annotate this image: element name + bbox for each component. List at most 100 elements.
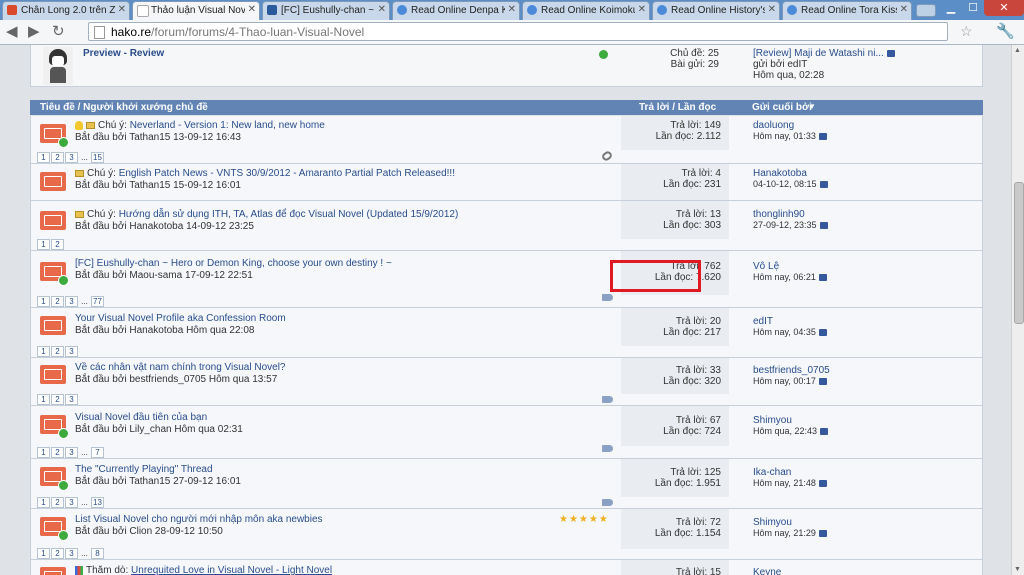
reload-icon[interactable]: ↻ <box>52 23 65 41</box>
thread-title: Chú ý: Hướng dẫn sử dụng ITH, TA, Atlas … <box>75 209 458 220</box>
page-link[interactable]: 1 <box>37 497 50 508</box>
page-link[interactable]: 1 <box>37 346 50 357</box>
col-stats-header[interactable]: Trả lời / Lần đọc <box>639 102 716 113</box>
page-link[interactable]: 2 <box>51 346 64 357</box>
go-to-post-icon[interactable] <box>819 180 828 188</box>
scroll-up-icon[interactable]: ▲ <box>1014 47 1021 54</box>
last-post-user[interactable]: Keyne <box>753 567 781 575</box>
back-icon[interactable]: ◀ <box>6 23 18 41</box>
page-link[interactable]: 2 <box>51 548 64 559</box>
go-to-post-icon[interactable] <box>818 132 827 140</box>
page-link[interactable]: 3 <box>65 152 78 163</box>
page-link[interactable]: 15 <box>91 152 104 163</box>
thread-title-link[interactable]: Your Visual Novel Profile aka Confession… <box>75 313 286 324</box>
page-link[interactable]: 2 <box>51 447 64 458</box>
page-link[interactable]: 2 <box>51 394 64 405</box>
close-tab-icon[interactable]: ✕ <box>638 4 646 15</box>
col-last-header[interactable]: Gửi cuối bởi <box>752 102 812 113</box>
scroll-down-icon[interactable]: ▼ <box>1014 566 1021 573</box>
tab-5[interactable]: Read Online History's S✕ <box>652 1 780 20</box>
close-window-icon[interactable]: ✕ <box>984 0 1024 16</box>
page-link[interactable]: 77 <box>91 296 104 307</box>
col-title-header[interactable]: Tiêu đề / Người khởi xướng chủ đề <box>40 102 208 113</box>
vertical-scrollbar[interactable]: ▲ ▼ <box>1011 45 1024 575</box>
tab-1[interactable]: Thảo luận Visual Novel ✕ <box>132 1 260 20</box>
thread-title-link[interactable]: The "Currently Playing" Thread <box>75 464 213 475</box>
last-post-user[interactable]: Vô Lệ <box>753 261 779 272</box>
tab-3[interactable]: Read Online Denpa Kyo✕ <box>392 1 520 20</box>
new-tab-button[interactable] <box>916 4 936 17</box>
page-link[interactable]: 3 <box>65 346 78 357</box>
page-link[interactable]: 1 <box>37 447 50 458</box>
page-link[interactable]: 1 <box>37 548 50 559</box>
bookmark-star-icon[interactable]: ☆ <box>960 23 973 40</box>
last-post-user[interactable]: bestfriends_0705 <box>753 365 830 376</box>
page-link[interactable]: 3 <box>65 497 78 508</box>
go-to-post-icon[interactable] <box>818 529 827 537</box>
tab-6[interactable]: Read Online Tora Kiss ✕ <box>782 1 912 20</box>
thread-title-link[interactable]: [FC] Eushully-chan ~ Hero or Demon King,… <box>75 258 392 269</box>
thread-title-link[interactable]: List Visual Novel cho người mới nhập môn… <box>75 514 323 525</box>
page-link[interactable]: 2 <box>51 152 64 163</box>
go-to-post-icon[interactable] <box>818 328 827 336</box>
subforum-title-link[interactable]: Preview - Review <box>83 48 164 59</box>
page-link[interactable]: 3 <box>65 447 78 458</box>
subforum-row: Preview - Review Chủ đề: 25 Bài gửi: 29 … <box>30 45 983 87</box>
thread-title-link[interactable]: Hướng dẫn sử dụng ITH, TA, Atlas để đọc … <box>119 209 459 220</box>
address-bar[interactable]: hako.re/forum/forums/4-Thao-luan-Visual-… <box>88 22 948 41</box>
page-link[interactable]: 13 <box>91 497 104 508</box>
last-post-user[interactable]: Ika-chan <box>753 467 791 478</box>
maximize-icon[interactable]: ☐ <box>962 0 984 16</box>
close-tab-icon[interactable]: ✕ <box>900 4 908 15</box>
close-tab-icon[interactable]: ✕ <box>118 4 126 15</box>
last-post-user[interactable]: daoluong <box>753 120 794 131</box>
page-link[interactable]: 2 <box>51 497 64 508</box>
last-post-user[interactable]: edIT <box>753 316 773 327</box>
thread-title-link[interactable]: Unrequited Love in Visual Novel - Light … <box>131 565 332 575</box>
tab-2[interactable]: [FC] Eushully-chan ~ H ✕ <box>262 1 390 20</box>
go-to-post-icon[interactable] <box>818 377 827 385</box>
pagination: 1 2 3... 15 <box>37 151 105 163</box>
page-link[interactable]: 2 <box>51 296 64 307</box>
last-post-user[interactable]: Shimyou <box>753 517 792 528</box>
last-post-link[interactable]: [Review] Maji de Watashi ni... <box>753 48 884 59</box>
page-link[interactable]: 1 <box>37 239 50 250</box>
close-tab-icon[interactable]: ✕ <box>248 4 256 15</box>
go-to-post-icon[interactable] <box>818 273 827 281</box>
thread-title-link[interactable]: English Patch News - VNTS 30/9/2012 - Am… <box>119 168 455 179</box>
last-post-user[interactable]: Shimyou <box>753 415 792 426</box>
page-link[interactable]: 2 <box>51 239 64 250</box>
sort-desc-icon[interactable]: ▼ <box>808 102 816 111</box>
page-link[interactable]: 8 <box>91 548 104 559</box>
stats-box: Trả lời: 15 <box>621 560 729 575</box>
page-link[interactable]: 3 <box>65 394 78 405</box>
go-to-post-icon[interactable] <box>818 479 827 487</box>
close-tab-icon[interactable]: ✕ <box>768 4 776 15</box>
page-ellipsis: ... <box>81 498 88 507</box>
wrench-icon[interactable]: 🔧 <box>996 22 1015 40</box>
page-link[interactable]: 7 <box>91 447 104 458</box>
page-link[interactable]: 3 <box>65 296 78 307</box>
tab-favicon-icon <box>267 5 277 15</box>
thread-title-link[interactable]: Visual Novel đầu tiên của bạn <box>75 412 207 423</box>
thread-title-link[interactable]: Neverland - Version 1: New land, new hom… <box>130 120 325 131</box>
tab-4[interactable]: Read Online Koimoku ✕ <box>522 1 650 20</box>
scrollbar-thumb[interactable] <box>1014 182 1024 324</box>
tag-icon <box>602 396 613 403</box>
subforum-avatar <box>43 47 73 85</box>
go-to-post-icon[interactable] <box>819 221 828 229</box>
last-post-user[interactable]: thonglinh90 <box>753 209 805 220</box>
forward-icon[interactable]: ▶ <box>28 23 40 41</box>
page-link[interactable]: 1 <box>37 394 50 405</box>
minimize-icon[interactable]: ▁ <box>940 0 962 16</box>
page-link[interactable]: 1 <box>37 152 50 163</box>
last-post-user[interactable]: Hanakotoba <box>753 168 807 179</box>
tab-0[interactable]: Chân Long 2.0 trên Zin ✕ <box>2 1 130 20</box>
close-tab-icon[interactable]: ✕ <box>378 4 386 15</box>
close-tab-icon[interactable]: ✕ <box>508 4 516 15</box>
go-to-post-icon[interactable] <box>820 427 829 435</box>
page-link[interactable]: 3 <box>65 548 78 559</box>
page-link[interactable]: 1 <box>37 296 50 307</box>
go-to-post-icon[interactable] <box>886 49 895 57</box>
thread-title-link[interactable]: Về các nhân vật nam chính trong Visual N… <box>75 362 286 373</box>
